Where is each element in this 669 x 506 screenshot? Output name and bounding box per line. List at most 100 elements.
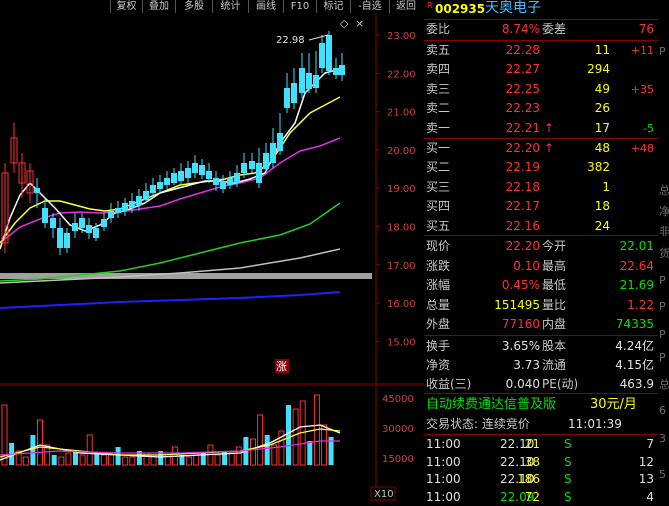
diamond-icon[interactable]: ◇ (340, 17, 349, 30)
ask-row[interactable]: 卖三 22.25 49 +35 (424, 80, 658, 99)
stat-value: 77160 (501, 317, 540, 332)
ask-row[interactable]: 卖五 22.28 11 +11 (424, 41, 658, 60)
tick-volume: 186 (517, 472, 540, 486)
tick-side: S (564, 454, 572, 469)
stat-value: 22.20 (505, 239, 540, 253)
candle-body (178, 171, 184, 181)
stat-value: 22.64 (619, 258, 654, 273)
fundamental-value: 463.9 (619, 377, 654, 391)
edge-char: 总 (659, 184, 669, 197)
ask-volume: 26 (594, 101, 610, 116)
price-y-tick: 23.00 (387, 31, 416, 42)
tick-count: 13 (638, 472, 654, 486)
stat-value: 0.45% (501, 278, 540, 293)
toolbar-button-7[interactable]: -自选 (350, 0, 389, 13)
trade-status: 交易状态: 连续竞价 (426, 417, 530, 431)
candle-body (122, 203, 128, 211)
bid-row[interactable]: 买四 22.17 18 (424, 197, 658, 216)
bid-row[interactable]: 买一 22.20 ↑ 48 +48 (424, 139, 658, 158)
bid-label: 买五 (426, 218, 451, 233)
tick-count: 12 (638, 454, 654, 469)
toolbar-button-8[interactable]: 返回 (389, 0, 422, 13)
bid-row[interactable]: 买五 22.16 24 (424, 217, 658, 236)
bid-price: 22.18 (505, 179, 540, 194)
weicha-value: 76 (638, 22, 654, 36)
edge-char: P (659, 300, 666, 313)
ask-price: 22.23 (505, 101, 540, 116)
tick-row[interactable]: 11:00 22.09 72 S 4 (424, 489, 658, 506)
candle-body (185, 168, 191, 178)
divider (424, 335, 658, 336)
margin-marker: R (427, 1, 433, 10)
ask-volume: 11 (594, 43, 610, 57)
candle-body (136, 196, 142, 205)
volume-bar (30, 435, 36, 465)
stat-row: 外盘 77160 内盘 74335 (424, 315, 658, 334)
toolbar-button-2[interactable]: 多股 (175, 0, 212, 13)
toolbar-button-1[interactable]: 叠加 (142, 0, 175, 13)
bid-label: 买一 (426, 141, 451, 155)
toolbar-button-3[interactable]: 统计 (212, 0, 248, 13)
volume-bar (115, 447, 121, 465)
volume-chart[interactable]: 45000 30000 15000 X10 (0, 385, 424, 502)
stock-name[interactable]: 天奥电子 (485, 0, 541, 18)
tick-row[interactable]: 11:00 22.10 38 S 12 (424, 454, 658, 471)
edge-char: 6 (659, 404, 666, 417)
tick-row[interactable]: 11:00 22.10 21 S 7 (424, 436, 658, 453)
ask-change: -5 (643, 121, 654, 135)
stat-label: 内盘 (542, 317, 567, 332)
volume-bar (307, 441, 313, 465)
toolbar-button-5[interactable]: F10 (283, 0, 316, 13)
ask-row[interactable]: 卖一 22.21 ↑ 17 -5 (424, 119, 658, 138)
candle-body (50, 218, 56, 228)
bid-row[interactable]: 买二 22.19 382 (424, 158, 658, 177)
bid-volume: 1 (602, 179, 610, 194)
bid-volume: 48 (594, 141, 610, 155)
toolbar-button-4[interactable]: 画线 (248, 0, 283, 13)
fundamental-row: 净资 3.73 流通 4.15亿 (424, 356, 658, 375)
candle-body (291, 83, 297, 103)
volume-y-tick: 30000 (382, 424, 414, 435)
fundamental-label: 收益(三) (426, 377, 472, 391)
fundamental-value: 0.040 (505, 377, 540, 391)
volume-unit: X10 (374, 489, 394, 500)
webi-value: 8.74% (501, 22, 540, 36)
candle-body (326, 35, 332, 71)
ask-volume: 49 (594, 81, 610, 96)
bid-row[interactable]: 买三 22.18 1 (424, 178, 658, 197)
fundamental-label: 流通 (542, 358, 567, 372)
stock-code[interactable]: 002935 (435, 0, 485, 19)
toolbar-button-6[interactable]: 标记 (316, 0, 350, 13)
tick-volume: 21 (524, 437, 540, 451)
candle-body (108, 211, 114, 218)
stat-row: 涨幅 0.45% 最低 21.69 (424, 276, 658, 295)
trade-status-row: 交易状态: 连续竞价 11:01:39 (424, 415, 658, 434)
toolbar-button-0[interactable]: 复权 (110, 0, 142, 13)
stat-label: 外盘 (426, 317, 451, 332)
price-chart[interactable]: 23.00 22.00 21.00 20.00 19.00 18.00 17.00 16.00… (0, 13, 424, 385)
tick-row[interactable]: 11:00 22.10 186 S 13 (424, 471, 658, 488)
candle-body (220, 181, 226, 189)
price-y-tick: 17.00 (387, 261, 416, 272)
edge-char: 总 (659, 378, 669, 391)
close-icon[interactable]: × (355, 17, 364, 30)
fundamental-label: 净资 (426, 358, 451, 372)
stat-label: 最低 (542, 278, 567, 293)
candle-body (101, 219, 107, 227)
promo-text: 自动续费通达信普及版 (426, 397, 557, 412)
ask-price: 22.25 (505, 81, 540, 96)
stat-value: 1.22 (627, 297, 654, 312)
ask-row[interactable]: 卖四 22.27 294 (424, 60, 658, 79)
ask-change: +11 (630, 44, 654, 57)
tick-time: 11:00 (426, 472, 461, 486)
edge-char: P (659, 45, 666, 58)
candle-body (270, 143, 276, 163)
ask-label: 卖二 (426, 101, 451, 116)
bid-price: 22.16 (505, 218, 540, 233)
bid-volume: 382 (587, 160, 610, 175)
ask-volume: 294 (587, 62, 610, 77)
promo-banner[interactable]: 自动续费通达信普及版 30元/月 (424, 395, 658, 414)
stock-header: R 002935 天奥电子 (424, 0, 658, 19)
candle-body (150, 185, 156, 193)
ask-row[interactable]: 卖二 22.23 26 (424, 99, 658, 118)
